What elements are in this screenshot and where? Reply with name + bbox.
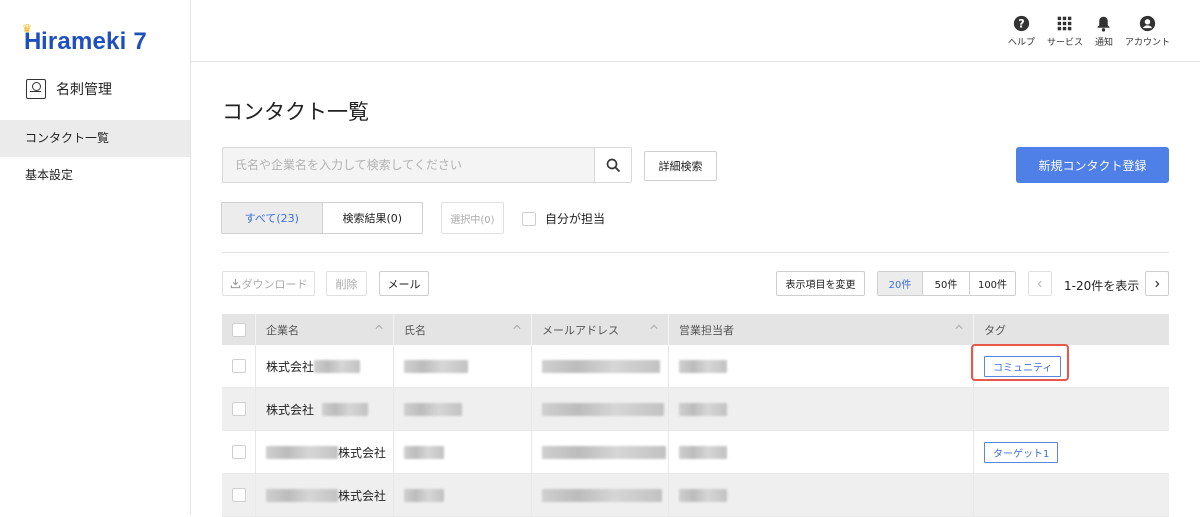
download-label: ダウンロード bbox=[241, 277, 308, 291]
mine-checkbox[interactable] bbox=[522, 211, 536, 226]
bell-icon bbox=[1098, 16, 1110, 32]
header-tag: タグ bbox=[984, 323, 1006, 337]
top-bar: ? ヘルプ サービス 通知 アカウント bbox=[191, 0, 1200, 62]
svg-text:?: ? bbox=[1018, 17, 1024, 30]
header-company-label: 企業名 bbox=[266, 323, 299, 337]
redacted-text bbox=[404, 445, 444, 459]
notifications-label: 通知 bbox=[1094, 38, 1113, 48]
divider bbox=[222, 252, 1169, 253]
account-label: アカウント bbox=[1124, 38, 1170, 48]
grid-icon bbox=[1058, 16, 1072, 31]
table-row[interactable]: 株式会社 ターゲット1 bbox=[222, 431, 1169, 474]
help-button[interactable]: ? ヘルプ bbox=[1008, 15, 1035, 48]
redacted-text bbox=[404, 402, 462, 416]
change-columns-button[interactable]: 表示項目を変更 bbox=[776, 271, 865, 296]
section-label: 名刺管理 bbox=[56, 82, 112, 98]
page-size-20[interactable]: 20件 bbox=[878, 272, 923, 295]
account-icon bbox=[1139, 15, 1156, 32]
row-checkbox[interactable] bbox=[231, 359, 246, 373]
new-contact-button[interactable]: 新規コンタクト登録 bbox=[1016, 147, 1169, 183]
select-all-cell bbox=[222, 314, 256, 345]
filter-tabs: すべて(23) 検索結果(0) bbox=[221, 202, 423, 234]
sort-icon bbox=[650, 324, 658, 329]
next-page-button[interactable] bbox=[1145, 271, 1169, 296]
header-company[interactable]: 企業名 bbox=[256, 314, 394, 345]
redacted-text bbox=[542, 488, 662, 502]
header-email[interactable]: メールアドレス bbox=[532, 314, 669, 345]
selected-button[interactable]: 選択中(0) bbox=[441, 202, 504, 234]
redacted-text bbox=[679, 359, 727, 373]
redacted-text bbox=[542, 359, 660, 373]
company-name: 株式会社 bbox=[266, 359, 315, 374]
row-checkbox[interactable] bbox=[231, 402, 246, 416]
page-title: コンタクト一覧 bbox=[222, 100, 369, 124]
services-label: サービス bbox=[1046, 38, 1083, 48]
brand-logo[interactable]: ♛ H irameki 7 bbox=[22, 23, 147, 55]
business-card-icon bbox=[26, 79, 46, 99]
tab-all[interactable]: すべて(23) bbox=[222, 203, 323, 233]
redacted-text bbox=[679, 402, 727, 416]
table-row[interactable]: 株式会社 bbox=[222, 474, 1169, 517]
logo-text: irameki 7 bbox=[41, 28, 147, 55]
search-box bbox=[222, 147, 632, 183]
tag-badge[interactable]: ターゲット1 bbox=[984, 441, 1059, 463]
mail-button[interactable]: メール bbox=[379, 271, 429, 296]
search-button[interactable] bbox=[594, 148, 631, 182]
redacted-text bbox=[542, 445, 666, 459]
sort-icon bbox=[375, 324, 383, 329]
logo-mark: ♛ H bbox=[22, 23, 41, 54]
crown-icon: ♛ bbox=[22, 22, 32, 35]
redacted-text bbox=[266, 445, 338, 459]
advanced-search-button[interactable]: 詳細検索 bbox=[644, 151, 717, 181]
row-checkbox[interactable] bbox=[231, 488, 246, 502]
header-name-label: 氏名 bbox=[404, 323, 426, 337]
table-header: 企業名 氏名 メールアドレス 営業担当者 タグ bbox=[222, 314, 1169, 345]
services-button[interactable]: サービス bbox=[1047, 15, 1083, 48]
sort-icon bbox=[513, 324, 521, 329]
sidebar: ♛ H irameki 7 名刺管理 コンタクト一覧 基本設定 bbox=[0, 0, 191, 515]
redacted-text bbox=[679, 488, 727, 502]
account-button[interactable]: アカウント bbox=[1125, 15, 1170, 48]
company-name: 株式会社 bbox=[266, 402, 315, 417]
header-name[interactable]: 氏名 bbox=[394, 314, 532, 345]
search-input[interactable] bbox=[223, 148, 595, 182]
redacted-text bbox=[679, 445, 727, 459]
redacted-text bbox=[542, 402, 664, 416]
header-sales-rep-label: 営業担当者 bbox=[679, 323, 734, 337]
download-button[interactable]: ダウンロード bbox=[222, 271, 315, 296]
search-icon bbox=[606, 158, 620, 172]
chevron-left-icon bbox=[1037, 280, 1042, 287]
help-icon: ? bbox=[1013, 15, 1030, 32]
mine-filter[interactable]: 自分が担当 bbox=[522, 210, 605, 227]
help-label: ヘルプ bbox=[1007, 38, 1035, 48]
chevron-right-icon bbox=[1155, 280, 1160, 287]
sidebar-item-contacts[interactable]: コンタクト一覧 bbox=[0, 120, 190, 157]
header-sales-rep[interactable]: 営業担当者 bbox=[669, 314, 974, 345]
section-title: 名刺管理 bbox=[26, 79, 112, 99]
redacted-text bbox=[404, 359, 468, 373]
page-size-50[interactable]: 50件 bbox=[923, 272, 970, 295]
delete-button[interactable]: 削除 bbox=[326, 271, 367, 296]
company-name: 株式会社 bbox=[338, 445, 387, 460]
notifications-button[interactable]: 通知 bbox=[1095, 15, 1113, 48]
table-row[interactable]: 株式会社 bbox=[222, 388, 1169, 431]
header-email-label: メールアドレス bbox=[542, 323, 619, 337]
mine-label: 自分が担当 bbox=[545, 212, 606, 226]
highlight-box bbox=[971, 344, 1069, 381]
sidebar-item-settings[interactable]: 基本設定 bbox=[0, 157, 190, 194]
tab-search-results[interactable]: 検索結果(0) bbox=[323, 203, 423, 233]
range-text: 1-20件を表示 bbox=[1064, 279, 1140, 293]
redacted-text bbox=[266, 488, 338, 502]
redacted-text bbox=[322, 402, 369, 416]
prev-page-button[interactable] bbox=[1028, 271, 1052, 296]
redacted-text bbox=[314, 359, 361, 373]
page-size-100[interactable]: 100件 bbox=[970, 272, 1015, 295]
company-name: 株式会社 bbox=[338, 488, 387, 503]
row-checkbox[interactable] bbox=[231, 445, 246, 459]
download-icon bbox=[230, 278, 240, 289]
redacted-text bbox=[404, 488, 444, 502]
sort-icon bbox=[955, 324, 963, 329]
select-all-checkbox[interactable] bbox=[231, 322, 246, 337]
page-size-selector: 20件 50件 100件 bbox=[877, 271, 1016, 296]
